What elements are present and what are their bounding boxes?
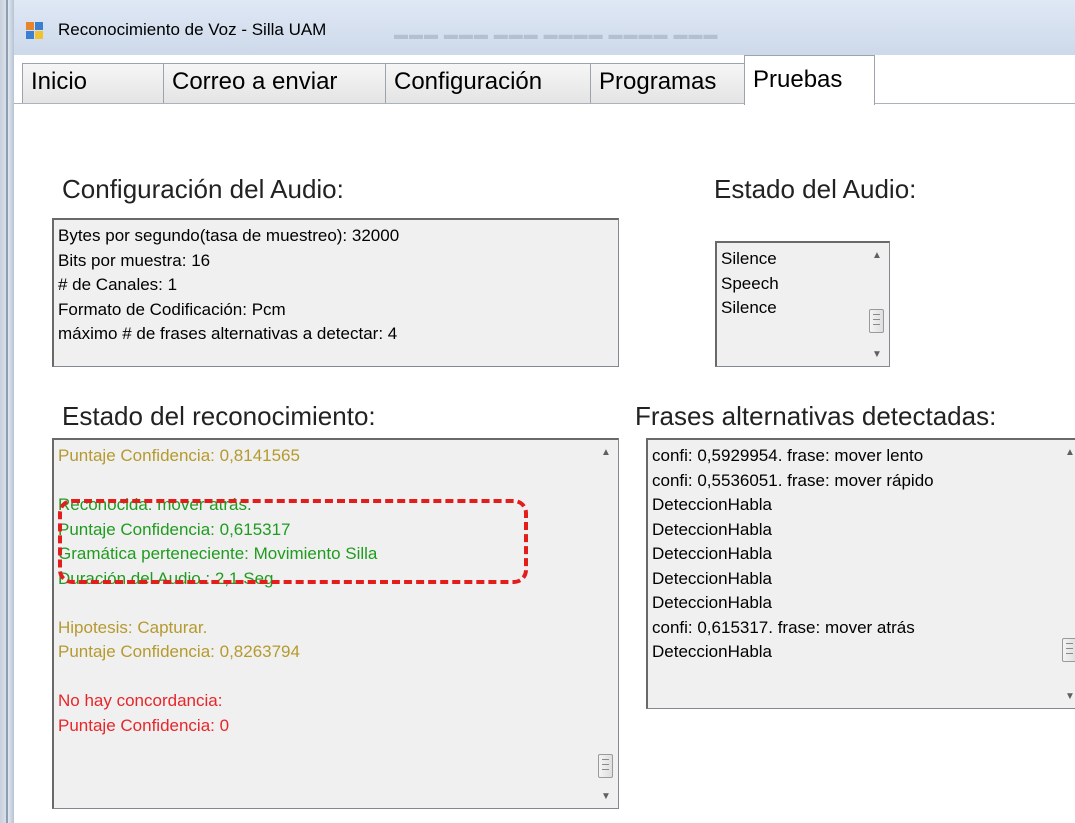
- recognition-log-line: [58, 665, 377, 690]
- title-bar[interactable]: Reconocimiento de Voz - Silla UAM ▬▬▬ ▬▬…: [14, 0, 1075, 55]
- tab-pruebas[interactable]: Pruebas: [744, 55, 875, 105]
- audio-config-box: Bytes por segundo(tasa de muestreo): 320…: [52, 218, 619, 367]
- alternative-item[interactable]: DeteccionHabla: [652, 542, 934, 567]
- alternative-item[interactable]: DeteccionHabla: [652, 493, 934, 518]
- scroll-down-arrow-icon[interactable]: ▼: [594, 786, 618, 808]
- scroll-thumb-grip-icon[interactable]: [1062, 638, 1075, 662]
- audio-config-heading: Configuración del Audio:: [62, 174, 344, 204]
- alternative-item[interactable]: DeteccionHabla: [652, 567, 934, 592]
- alternatives-heading: Frases alternativas detectadas:: [635, 401, 997, 431]
- audio-state-item[interactable]: Silence: [721, 247, 779, 272]
- recognition-log-line: [58, 469, 377, 494]
- audio-config-line: Bits por muestra: 16: [58, 250, 211, 270]
- scroll-thumb-grip-icon[interactable]: [598, 754, 613, 778]
- alternative-item[interactable]: DeteccionHabla: [652, 640, 934, 665]
- audio-state-item[interactable]: Speech: [721, 272, 779, 297]
- recognition-log-line: Puntaje Confidencia: 0,8141565: [58, 446, 300, 465]
- alternative-item[interactable]: confi: 0,5929954. frase: mover lento: [652, 444, 934, 469]
- recognition-scrollbar[interactable]: ▲ ▼: [594, 440, 618, 808]
- recognition-log-line: [58, 591, 377, 616]
- recognition-log-line: Reconocida: mover atrás.: [58, 495, 252, 514]
- alternatives-scrollbar[interactable]: ▲ ▼: [1058, 440, 1075, 708]
- scroll-down-arrow-icon[interactable]: ▼: [1058, 686, 1075, 708]
- alternative-item[interactable]: confi: 0,615317. frase: mover atrás: [652, 616, 934, 641]
- recognition-heading: Estado del reconocimiento:: [62, 401, 376, 431]
- tab-strip: Inicio Correo a enviar Configuración Pro…: [14, 55, 1075, 105]
- alternative-item[interactable]: DeteccionHabla: [652, 591, 934, 616]
- scroll-down-arrow-icon[interactable]: ▼: [865, 344, 889, 366]
- scroll-up-arrow-icon[interactable]: ▲: [1058, 442, 1075, 464]
- recognition-log-line: Puntaje Confidencia: 0: [58, 715, 230, 735]
- alternatives-listbox[interactable]: confi: 0,5929954. frase: mover lento con…: [646, 438, 1075, 709]
- scroll-up-arrow-icon[interactable]: ▲: [865, 245, 889, 267]
- tab-configuracion[interactable]: Configuración: [385, 63, 591, 103]
- recognition-log-box[interactable]: Puntaje Confidencia: 0,8141565 Reconocida…: [52, 438, 619, 809]
- recognition-log-line: Hipotesis: Capturar.: [58, 617, 208, 637]
- tab-programas[interactable]: Programas: [590, 63, 745, 103]
- recognition-log-line: Puntaje Confidencia: 0,8263794: [58, 642, 300, 661]
- audio-state-listbox[interactable]: Silence Speech Silence ▲ ▼: [715, 241, 890, 367]
- recognition-log-line: Puntaje Confidencia: 0,615317: [58, 519, 291, 539]
- tab-correo-a-enviar[interactable]: Correo a enviar: [163, 63, 386, 103]
- audio-state-scrollbar[interactable]: ▲ ▼: [865, 243, 889, 366]
- window-left-border: [0, 0, 14, 823]
- audio-state-item[interactable]: Silence: [721, 296, 779, 321]
- alternative-item[interactable]: DeteccionHabla: [652, 518, 934, 543]
- audio-config-line: Bytes por segundo(tasa de muestreo): 320…: [58, 226, 400, 245]
- recognition-log-lines: Puntaje Confidencia: 0,8141565 Reconocida…: [58, 444, 377, 738]
- audio-state-heading: Estado del Audio:: [714, 174, 917, 204]
- background-menu-ghost: ▬▬▬ ▬▬▬ ▬▬▬ ▬▬▬▬ ▬▬▬▬ ▬▬▬: [394, 26, 719, 42]
- alternative-item[interactable]: confi: 0,5536051. frase: mover rápido: [652, 469, 934, 494]
- audio-config-line: # de Canales: 1: [58, 275, 178, 294]
- pruebas-panel: Configuración del Audio: Bytes por segun…: [14, 104, 1075, 823]
- window-title: Reconocimiento de Voz - Silla UAM: [58, 20, 327, 39]
- recognition-log-line: Duración del Audio : 2,1 Seg: [58, 568, 274, 588]
- scroll-up-arrow-icon[interactable]: ▲: [594, 442, 618, 464]
- audio-config-line: máximo # de frases alternativas a detect…: [58, 324, 398, 343]
- recognition-log-line: No hay concordancia:: [58, 691, 223, 710]
- app-icon: [26, 22, 46, 40]
- recognition-log-line: Gramática perteneciente: Movimiento Sill…: [58, 544, 378, 563]
- audio-config-line: Formato de Codificación: Pcm: [58, 299, 286, 319]
- tab-inicio[interactable]: Inicio: [22, 63, 164, 103]
- scroll-thumb-grip-icon[interactable]: [869, 309, 884, 333]
